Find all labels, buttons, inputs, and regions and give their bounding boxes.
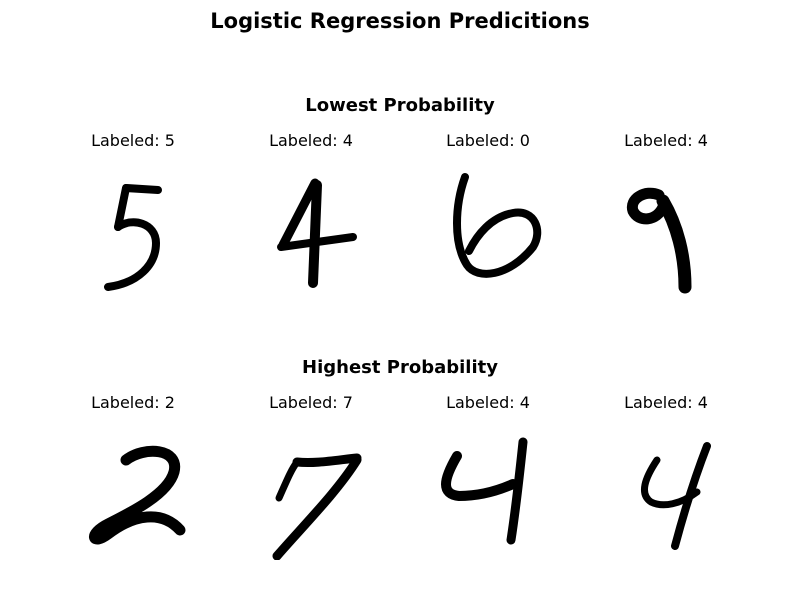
handwritten-five <box>104 184 162 291</box>
digit-label: Labeled: 4 <box>624 131 708 150</box>
digit-image <box>245 430 375 560</box>
digit-label: Labeled: 2 <box>91 393 175 412</box>
digit-image <box>423 165 553 295</box>
handwritten-six <box>453 173 542 278</box>
handwritten-two <box>89 445 186 545</box>
figure-title: Logistic Regression Predicitions <box>210 9 590 33</box>
digit-label: Labeled: 4 <box>624 393 708 412</box>
handwritten-four <box>640 442 711 550</box>
digit-label: Labeled: 0 <box>446 131 530 150</box>
handwritten-four <box>441 437 528 545</box>
digit-image <box>423 430 553 560</box>
section-title-highest: Highest Probability <box>302 357 498 378</box>
digit-image <box>68 430 198 560</box>
digit-label: Labeled: 7 <box>269 393 353 412</box>
digit-image <box>68 165 198 295</box>
handwritten-four <box>277 178 357 288</box>
digit-label: Labeled: 4 <box>446 393 530 412</box>
digit-image <box>601 430 731 560</box>
digit-image <box>245 165 375 295</box>
digit-image <box>601 165 731 295</box>
handwritten-seven <box>272 453 362 560</box>
section-title-lowest: Lowest Probability <box>305 95 495 116</box>
digit-label: Labeled: 5 <box>91 131 175 150</box>
handwritten-nine <box>626 187 692 294</box>
digit-label: Labeled: 4 <box>269 131 353 150</box>
